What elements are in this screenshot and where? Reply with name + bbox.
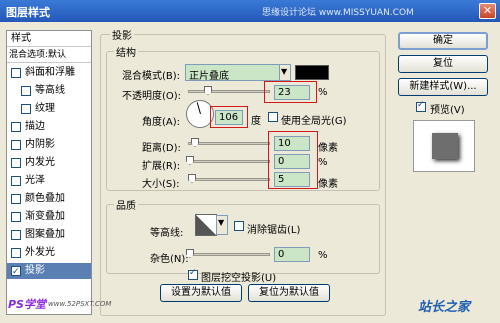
quality-title: 品质 <box>114 197 138 212</box>
angle-input[interactable]: 106 <box>215 110 243 125</box>
reset-button[interactable]: 复位 <box>398 55 488 73</box>
structure-title: 结构 <box>114 44 138 59</box>
distance-slider-track[interactable] <box>188 142 270 145</box>
checkbox[interactable] <box>21 86 31 96</box>
ps-url: www.52PSXT.COM <box>48 300 112 308</box>
spread-input[interactable]: 0 <box>274 154 310 169</box>
chevron-down-icon[interactable] <box>216 215 228 235</box>
checkbox[interactable] <box>21 104 31 114</box>
global-light-label: 使用全局光(G) <box>281 116 347 127</box>
antialias-label: 消除锯齿(L) <box>247 225 301 236</box>
sidebar-item-texture[interactable]: 纹理 <box>7 101 91 117</box>
chinaz-logo: 站长之家 <box>418 300 471 315</box>
checkbox[interactable] <box>11 122 21 132</box>
sidebar-item-drop-shadow[interactable]: 投影 <box>7 263 91 280</box>
make-default-button[interactable]: 设置为默认值 <box>160 284 242 302</box>
checkbox[interactable] <box>11 248 21 258</box>
knockout-checkbox[interactable] <box>188 268 198 280</box>
reset-default-button[interactable]: 复位为默认值 <box>248 284 330 302</box>
size-unit: 像素 <box>318 179 338 190</box>
preview-checkbox[interactable] <box>416 100 426 112</box>
sidebar-item-contour[interactable]: 等高线 <box>7 83 91 99</box>
ok-button[interactable]: 确定 <box>398 32 488 50</box>
sidebar-item-blend-options[interactable]: 混合选项:默认 <box>7 47 91 63</box>
new-style-button[interactable]: 新建样式(W)... <box>398 78 488 96</box>
spread-label: 扩展(R): <box>142 161 181 172</box>
contour-picker[interactable] <box>195 214 217 236</box>
distance-unit: 像素 <box>318 143 338 154</box>
style-preview <box>413 120 475 172</box>
layer-style-dialog: 样式 混合选项:默认 斜面和浮雕 等高线 纹理 描边 内阴影 内发光 光泽 颜色… <box>0 22 500 323</box>
styles-sidebar: 样式 混合选项:默认 斜面和浮雕 等高线 纹理 描边 内阴影 内发光 光泽 颜色… <box>6 30 92 315</box>
angle-needle <box>196 102 201 114</box>
noise-slider-track[interactable] <box>188 253 270 256</box>
shadow-color-swatch[interactable] <box>295 65 329 80</box>
sidebar-item-satin[interactable]: 光泽 <box>7 173 91 189</box>
sidebar-item-pattern-overlay[interactable]: 图案叠加 <box>7 227 91 243</box>
opacity-slider-track[interactable] <box>188 90 270 93</box>
distance-input[interactable]: 10 <box>274 136 310 151</box>
noise-label: 杂色(N): <box>150 254 189 265</box>
blend-mode-label: 混合模式(B): <box>122 71 181 82</box>
checkbox[interactable] <box>11 264 21 280</box>
contour-label: 等高线: <box>150 228 184 239</box>
angle-unit: 度 <box>251 116 261 127</box>
sidebar-item-color-overlay[interactable]: 颜色叠加 <box>7 191 91 207</box>
checkbox[interactable] <box>11 140 21 150</box>
checkbox[interactable] <box>11 158 21 168</box>
drop-shadow-title: 投影 <box>110 27 134 42</box>
spread-unit: % <box>318 157 328 168</box>
sidebar-item-outer-glow[interactable]: 外发光 <box>7 245 91 261</box>
opacity-unit: % <box>318 87 328 98</box>
window-title: 图层样式 <box>6 6 50 19</box>
preview-label: 预览(V) <box>430 105 465 116</box>
ps-logo: PS学堂 <box>8 298 46 311</box>
contour-preview-icon <box>196 215 216 235</box>
size-input[interactable]: 5 <box>274 172 310 187</box>
close-icon: ✕ <box>482 4 493 17</box>
size-slider-track[interactable] <box>188 178 270 181</box>
size-label: 大小(S): <box>142 179 180 190</box>
checkbox[interactable] <box>11 68 21 78</box>
sidebar-item-inner-shadow[interactable]: 内阴影 <box>7 137 91 153</box>
noise-input[interactable]: 0 <box>274 247 310 262</box>
watermark-text: 思缘设计论坛 www.MISSYUAN.COM <box>262 8 414 18</box>
blend-mode-select[interactable]: 正片叠底 <box>185 64 280 82</box>
preview-swatch <box>432 133 458 159</box>
checkbox[interactable] <box>11 212 21 222</box>
global-light-checkbox[interactable] <box>268 112 278 122</box>
checkbox[interactable] <box>11 176 21 186</box>
sidebar-item-bevel-emboss[interactable]: 斜面和浮雕 <box>7 65 91 81</box>
opacity-input[interactable]: 23 <box>274 85 310 100</box>
sidebar-item-inner-glow[interactable]: 内发光 <box>7 155 91 171</box>
sidebar-item-gradient-overlay[interactable]: 渐变叠加 <box>7 209 91 225</box>
spread-slider-track[interactable] <box>188 160 270 163</box>
checkbox[interactable] <box>11 230 21 240</box>
opacity-label: 不透明度(O): <box>122 91 182 102</box>
sidebar-header[interactable]: 样式 <box>7 31 91 47</box>
sidebar-item-stroke[interactable]: 描边 <box>7 119 91 135</box>
antialias-checkbox[interactable] <box>234 221 244 231</box>
title-bar: 图层样式 思缘设计论坛 www.MISSYUAN.COM ✕ <box>0 0 500 22</box>
noise-unit: % <box>318 250 328 261</box>
knockout-label: 图层挖空投影(U) <box>201 273 277 284</box>
close-button[interactable]: ✕ <box>479 3 496 19</box>
distance-label: 距离(D): <box>142 143 181 154</box>
checkbox[interactable] <box>11 194 21 204</box>
chevron-down-icon[interactable] <box>279 64 291 81</box>
angle-label: 角度(A): <box>142 117 181 128</box>
quality-group <box>106 204 380 274</box>
